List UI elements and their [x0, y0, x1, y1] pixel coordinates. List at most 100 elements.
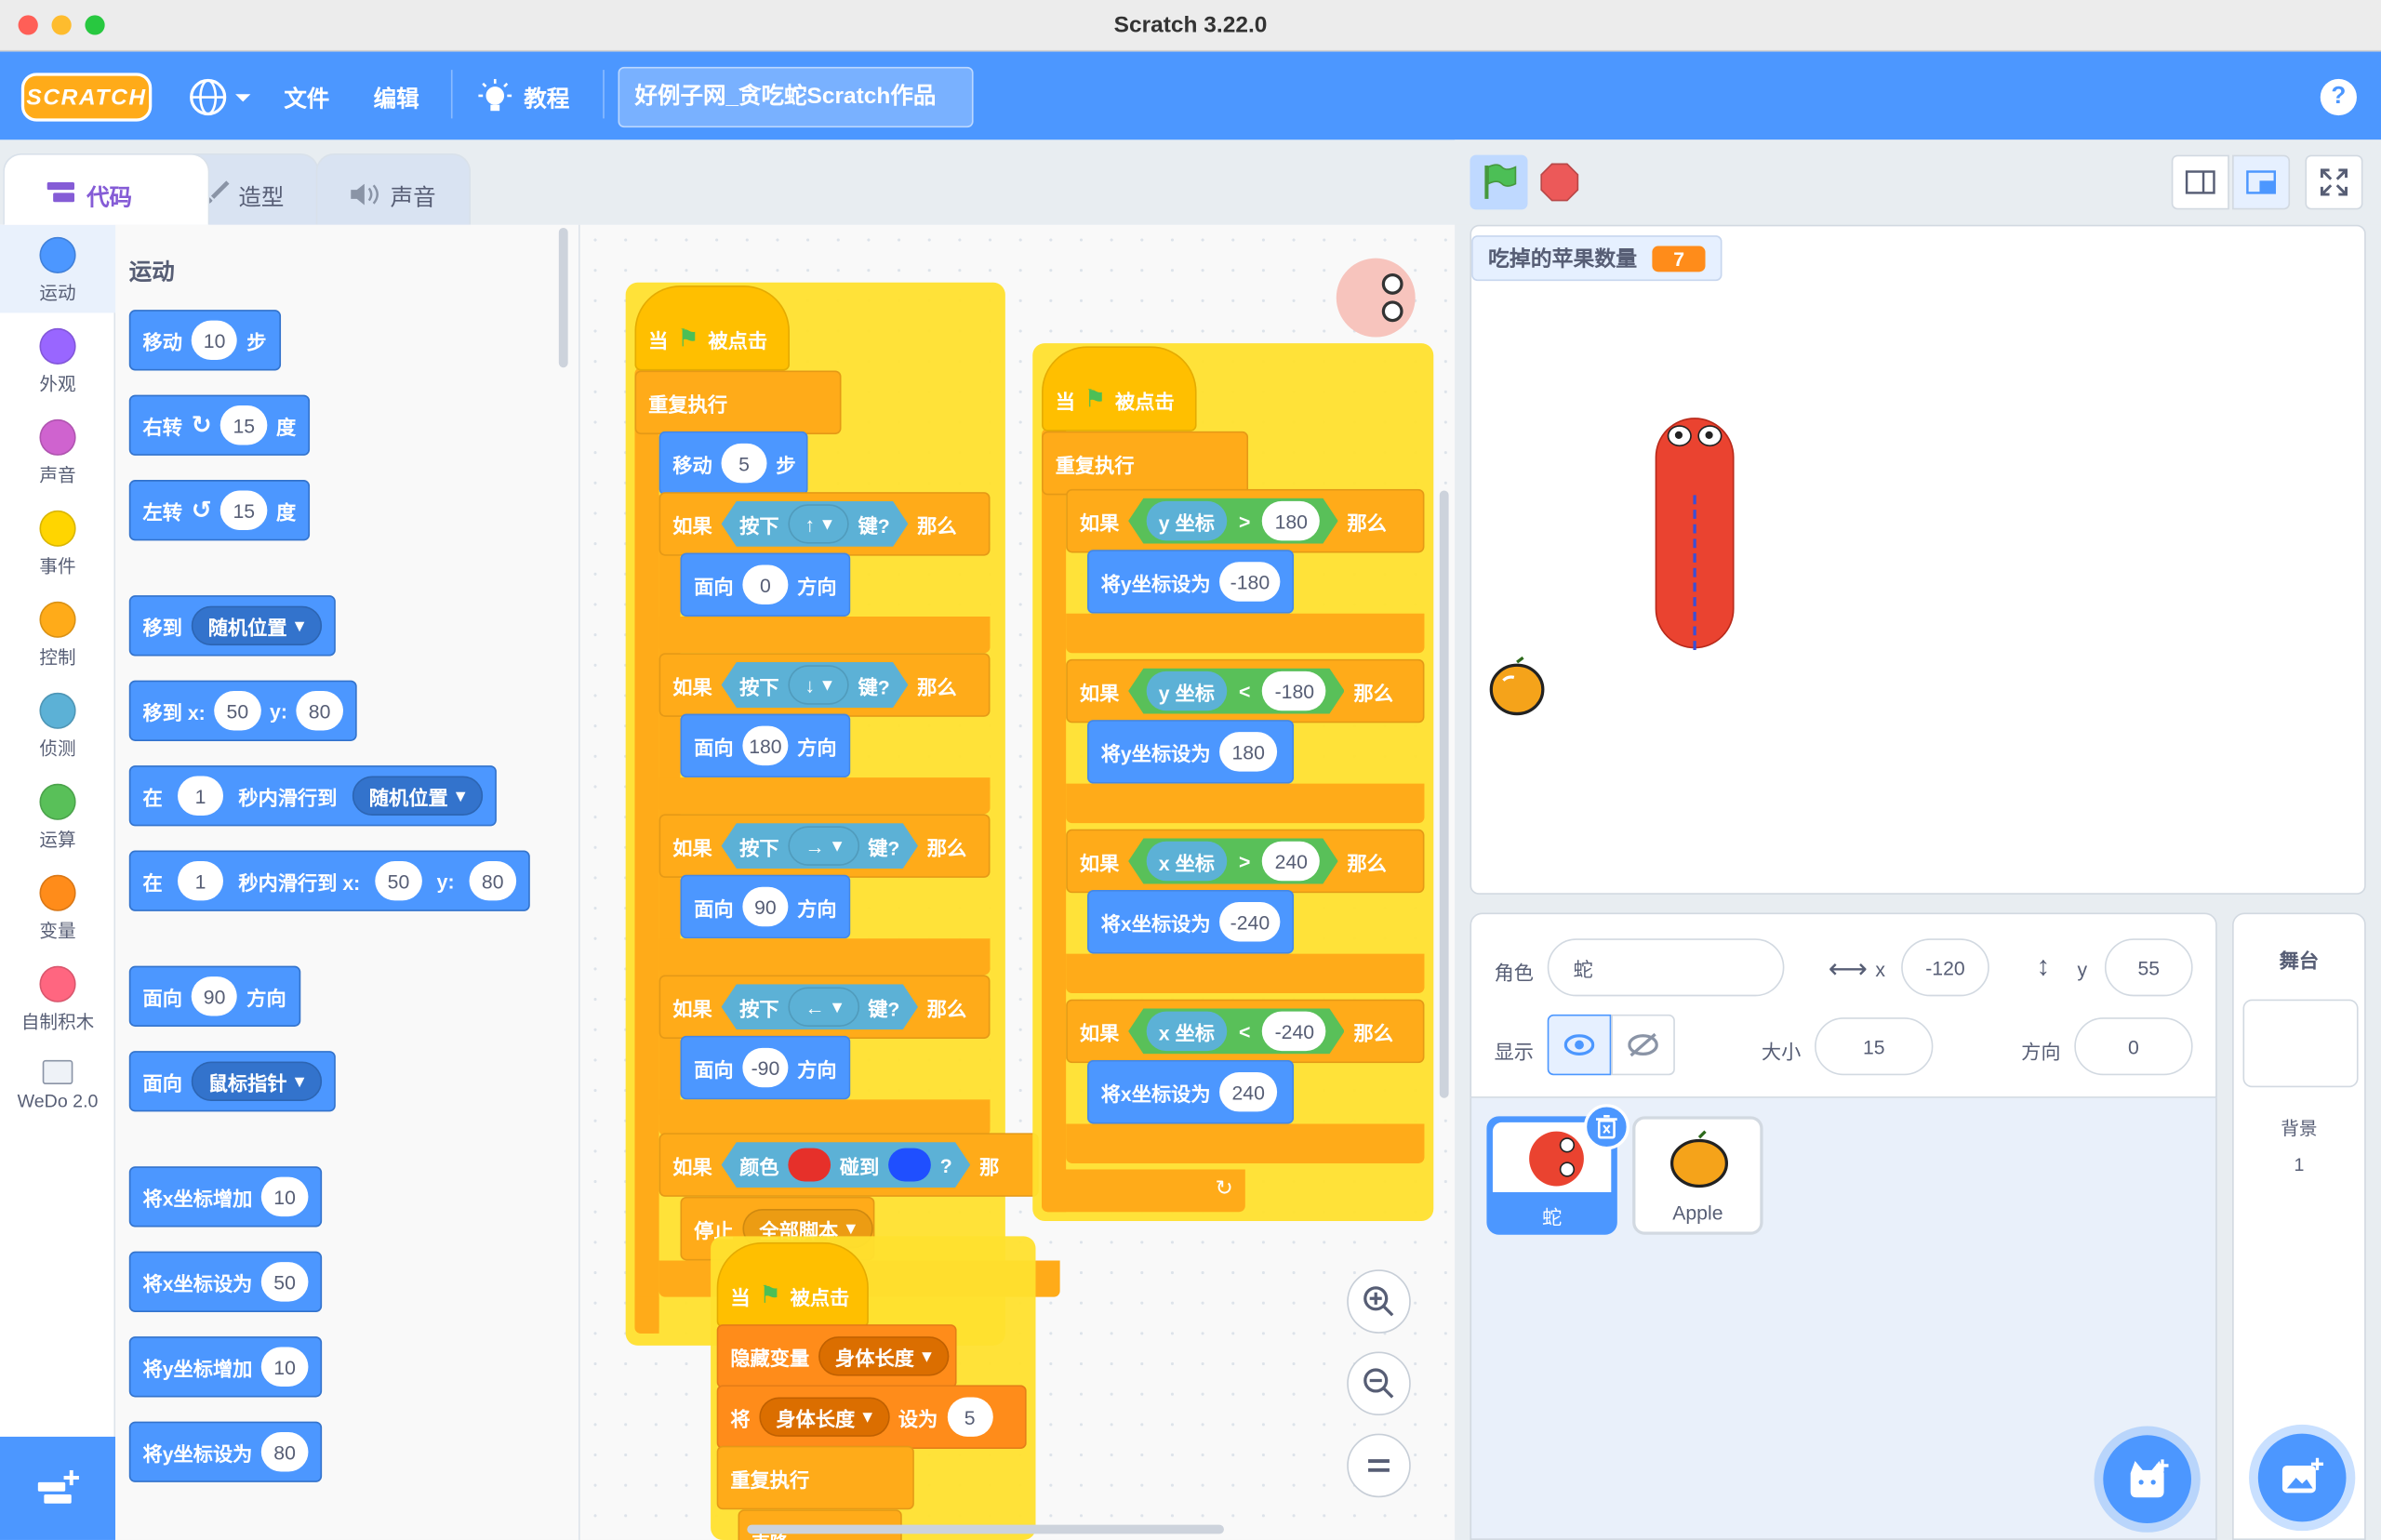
input-direction[interactable]: 0: [742, 564, 789, 604]
input-number[interactable]: 240: [1219, 1071, 1277, 1112]
category-5[interactable]: 侦测: [0, 692, 115, 761]
delete-sprite-button[interactable]: [1583, 1104, 1629, 1150]
position-reporter[interactable]: x 坐标: [1147, 842, 1227, 881]
input-number[interactable]: -180: [1263, 671, 1327, 710]
input-direction[interactable]: 90: [742, 886, 789, 927]
category-6[interactable]: 运算: [0, 783, 115, 852]
block-set-x[interactable]: 将x坐标设为 50: [128, 1251, 322, 1312]
key-dropdown[interactable]: ↓ ▾: [788, 665, 848, 704]
glide-target-dropdown[interactable]: 随机位置 ▾: [352, 776, 483, 816]
if-touching-color[interactable]: 如果 颜色 碰到? 那: [658, 1133, 1039, 1197]
show-visible-button[interactable]: [1547, 1014, 1612, 1076]
tutorials-menu[interactable]: 教程: [478, 76, 569, 119]
small-stage-button[interactable]: [2171, 154, 2229, 210]
add-sprite-button[interactable]: [2103, 1435, 2191, 1523]
scratch-logo[interactable]: SCRATCH: [20, 73, 153, 122]
block-goto[interactable]: 移到 随机位置 ▾: [128, 595, 336, 657]
variable-dropdown[interactable]: 身体长度 ▾: [759, 1397, 890, 1437]
input-value[interactable]: 80: [261, 1432, 308, 1472]
scripts-workspace[interactable]: 当 ⚑ 被点击 重复执行 移动 5 步 如果 按下 ↑ ▾ 键? 那么 面向 0 方向 如果 按下 ↓ ▾ 键…: [579, 224, 1456, 1540]
input-steps[interactable]: 10: [191, 320, 238, 361]
hide-variable-block[interactable]: 隐藏变量 身体长度 ▾: [716, 1324, 957, 1388]
stage-canvas[interactable]: 吃掉的苹果数量 7: [1470, 224, 2366, 895]
input-y[interactable]: 80: [469, 860, 516, 901]
direction-input[interactable]: 0: [2074, 1017, 2193, 1076]
input-number[interactable]: 180: [1263, 501, 1321, 540]
size-input[interactable]: 15: [1815, 1017, 1934, 1076]
position-reporter[interactable]: y 坐标: [1147, 671, 1227, 710]
add-backdrop-button[interactable]: [2257, 1433, 2347, 1522]
input-number[interactable]: -240: [1263, 1012, 1327, 1051]
workspace-vscrollbar[interactable]: [1439, 490, 1449, 1098]
block-point-direction[interactable]: 面向 90 方向: [128, 965, 300, 1027]
help-button[interactable]: ?: [2320, 78, 2357, 116]
x-input[interactable]: -120: [1901, 938, 1989, 997]
category-4[interactable]: 控制: [0, 601, 115, 670]
block-glide[interactable]: 在 1 秒内滑行到 随机位置 ▾: [128, 765, 497, 827]
sprite-name-input[interactable]: 蛇: [1547, 938, 1785, 997]
apple-sprite[interactable]: [1488, 656, 1546, 716]
file-menu[interactable]: 文件: [284, 82, 329, 113]
point-direction-block[interactable]: 面向 90 方向: [680, 874, 851, 939]
if-key-pressed-block[interactable]: 如果 按下 ↑ ▾ 键? 那么: [658, 492, 991, 556]
block-change-x[interactable]: 将x坐标增加 10: [128, 1166, 322, 1228]
input-degrees[interactable]: 15: [220, 405, 268, 445]
variable-dropdown[interactable]: 身体长度 ▾: [818, 1336, 949, 1376]
if-key-pressed-block[interactable]: 如果 按下 → ▾ 键? 那么: [658, 814, 991, 878]
show-hidden-button[interactable]: [1611, 1014, 1675, 1076]
project-title-input[interactable]: 好例子网_贪吃蛇Scratch作品: [618, 66, 974, 128]
input-value[interactable]: 50: [261, 1262, 308, 1302]
input-x[interactable]: 50: [375, 860, 422, 901]
if-bounds-block[interactable]: 如果 y 坐标 < -180 那么: [1066, 658, 1425, 724]
fullscreen-button[interactable]: [2305, 154, 2363, 210]
normal-stage-button[interactable]: [2232, 154, 2291, 210]
edit-menu[interactable]: 编辑: [374, 82, 419, 113]
if-bounds-block[interactable]: 如果 x 坐标 >240 那么: [1066, 829, 1425, 894]
block-point-towards[interactable]: 面向 鼠标指针 ▾: [128, 1051, 336, 1112]
category-8[interactable]: 自制积木: [0, 965, 115, 1034]
tab-code[interactable]: 代码: [3, 153, 210, 225]
forever-block[interactable]: 重复执行: [1042, 431, 1249, 496]
category-2[interactable]: 声音: [0, 418, 115, 487]
block-glide-xy[interactable]: 在 1 秒内滑行到 x: 50 y: 80: [128, 850, 530, 911]
input-degrees[interactable]: 15: [220, 490, 268, 530]
input-y[interactable]: 80: [296, 691, 343, 731]
block-turn-right[interactable]: 右转 ↻ 15 度: [128, 394, 310, 456]
input-number[interactable]: 180: [1219, 732, 1277, 772]
goto-target-dropdown[interactable]: 随机位置 ▾: [191, 605, 322, 646]
forever-block[interactable]: 重复执行: [634, 370, 842, 435]
key-dropdown[interactable]: ↑ ▾: [788, 504, 848, 543]
set-variable-block[interactable]: 将身体长度 ▾ 设为 5: [716, 1385, 1027, 1449]
y-input[interactable]: 55: [2104, 938, 2193, 997]
zoom-out-button[interactable]: [1347, 1351, 1411, 1416]
backdrop-thumbnail[interactable]: [2242, 999, 2359, 1088]
input-value[interactable]: 10: [261, 1347, 308, 1387]
set-position-block[interactable]: 将y坐标设为 -180: [1087, 550, 1295, 614]
palette-scrollbar[interactable]: [558, 227, 568, 368]
language-menu[interactable]: [188, 76, 255, 119]
input-seconds[interactable]: 1: [178, 860, 224, 901]
block-move-steps[interactable]: 移动 5 步: [658, 431, 808, 496]
add-extension-button[interactable]: [0, 1436, 116, 1540]
key-dropdown[interactable]: ← ▾: [788, 988, 858, 1027]
snake-sprite[interactable]: [1655, 418, 1735, 650]
key-dropdown[interactable]: → ▾: [788, 826, 858, 865]
point-direction-block[interactable]: 面向 0 方向: [680, 552, 851, 617]
category-3[interactable]: 事件: [0, 510, 115, 578]
input-direction[interactable]: 180: [742, 725, 789, 766]
when-flag-clicked-hat[interactable]: 当 ⚑ 被点击: [1042, 346, 1197, 431]
when-flag-clicked-hat[interactable]: 当 ⚑ 被点击: [634, 285, 791, 371]
category-9[interactable]: WeDo 2.0: [0, 1059, 115, 1111]
zoom-in-button[interactable]: [1347, 1269, 1411, 1334]
workspace-hscrollbar[interactable]: [747, 1524, 1224, 1534]
block-turn-left[interactable]: 左转 ↺ 15 度: [128, 480, 310, 541]
set-position-block[interactable]: 将y坐标设为 180: [1087, 720, 1295, 784]
tab-sounds[interactable]: 声音: [315, 153, 472, 225]
input-value[interactable]: 5: [947, 1397, 993, 1437]
block-set-y[interactable]: 将y坐标设为 80: [128, 1421, 322, 1482]
position-reporter[interactable]: y 坐标: [1147, 501, 1227, 540]
input-number[interactable]: -180: [1219, 562, 1281, 602]
towards-dropdown[interactable]: 鼠标指针 ▾: [191, 1061, 322, 1101]
if-key-pressed-block[interactable]: 如果 按下 ↓ ▾ 键? 那么: [658, 653, 991, 717]
set-position-block[interactable]: 将x坐标设为 -240: [1087, 889, 1295, 954]
